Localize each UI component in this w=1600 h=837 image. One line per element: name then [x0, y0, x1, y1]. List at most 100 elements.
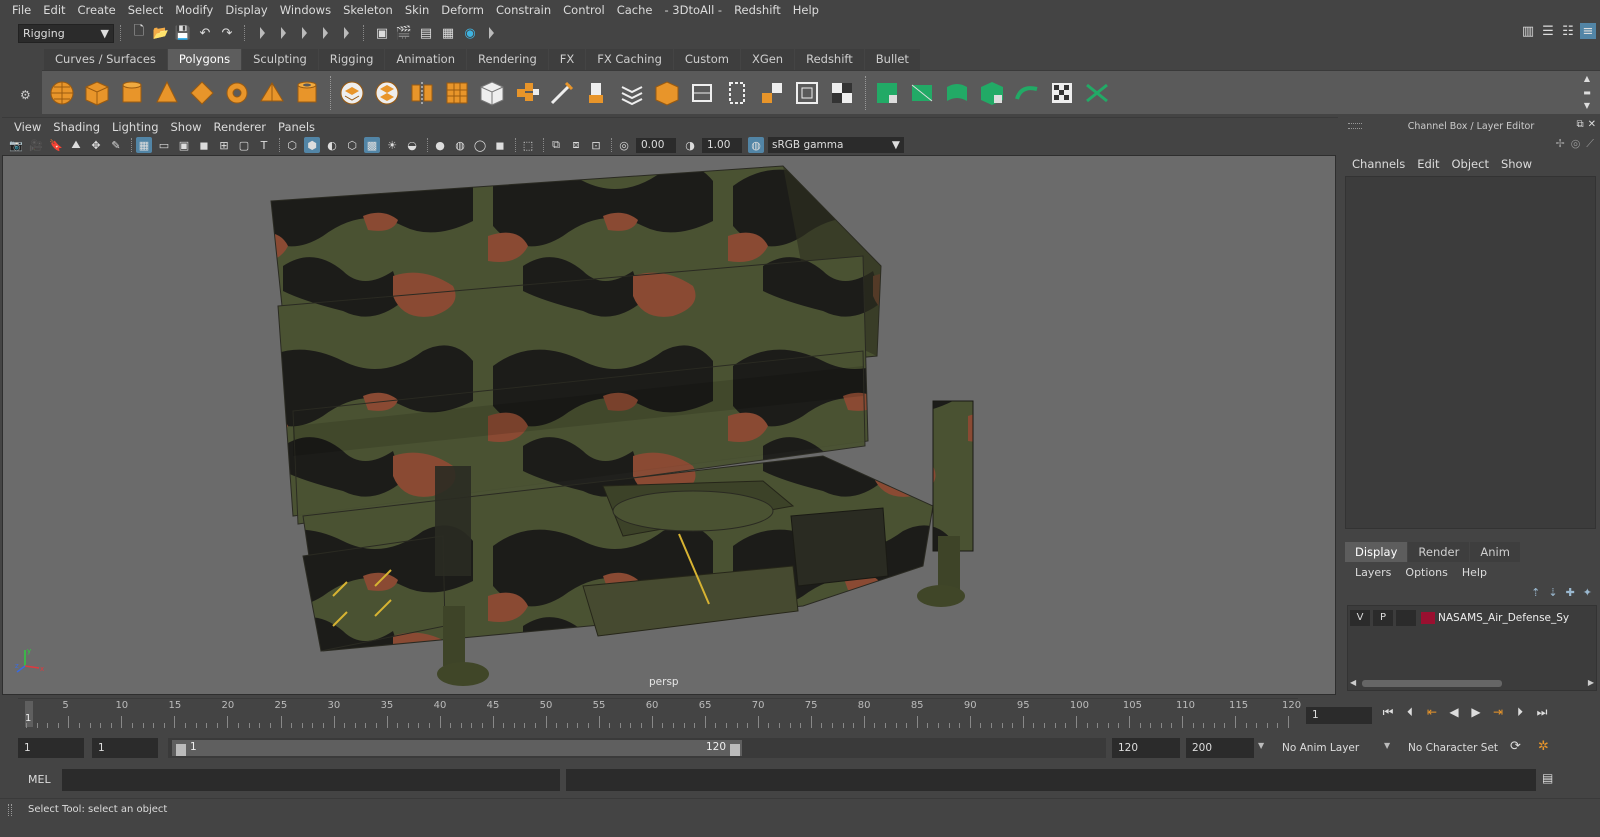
drag-handle-icon[interactable] — [1348, 123, 1362, 129]
attribute-editor-icon[interactable]: ☰ — [1540, 23, 1556, 39]
layer-tab-anim[interactable]: Anim — [1470, 542, 1520, 562]
layer-row[interactable]: V P NASAMS_Air_Defense_Sy — [1350, 609, 1596, 627]
menu-create[interactable]: Create — [72, 0, 122, 20]
hypershade-icon[interactable]: ◉ — [462, 25, 478, 41]
command-language-label[interactable]: MEL — [28, 773, 51, 786]
grease-pencil-icon[interactable]: ✎ — [108, 137, 124, 153]
menu-control[interactable]: Control — [557, 0, 611, 20]
uv-unfold-icon[interactable] — [1011, 77, 1043, 109]
render-toggle-icon[interactable] — [344, 27, 349, 39]
channel-box-menu-edit[interactable]: Edit — [1411, 157, 1445, 171]
shelf-tab-rendering[interactable]: Rendering — [467, 49, 548, 70]
hyper-icon[interactable]: ⟋ — [1586, 137, 1594, 151]
shelf-tab-redshift[interactable]: Redshift — [795, 49, 864, 70]
auto-key-icon[interactable]: ⟳ — [1510, 739, 1521, 754]
viewport-menu-shading[interactable]: Shading — [47, 120, 106, 134]
animation-start-field[interactable]: 1 — [18, 738, 84, 758]
textured-icon[interactable]: ▩ — [364, 137, 380, 153]
shelf-tab-bullet[interactable]: Bullet — [864, 49, 920, 70]
use-all-lights-icon[interactable]: ☀ — [384, 137, 400, 153]
menu-windows[interactable]: Windows — [274, 0, 337, 20]
gate-mask-icon[interactable]: ◼ — [196, 137, 212, 153]
extrude-icon[interactable] — [581, 77, 613, 109]
camera-select-icon[interactable]: 📷 — [8, 137, 24, 153]
uv-cylindrical-icon[interactable] — [941, 77, 973, 109]
shelf-tab-sculpting[interactable]: Sculpting — [242, 49, 318, 70]
scrollbar-thumb[interactable] — [1362, 680, 1502, 687]
current-frame-field[interactable]: 1 — [1306, 707, 1372, 724]
range-slider-bar-handle[interactable]: 1 120 — [172, 740, 742, 756]
chevron-down-icon[interactable]: ▼ — [1258, 741, 1264, 750]
open-scene-icon[interactable]: 📂 — [153, 25, 169, 41]
layer-visibility-toggle[interactable]: V — [1350, 610, 1370, 626]
playback-start-field[interactable]: 1 — [92, 738, 158, 758]
menu-display[interactable]: Display — [219, 0, 273, 20]
menu-set-dropdown[interactable]: Rigging ▼ — [18, 23, 114, 43]
isolate-select-icon[interactable]: ⬚ — [520, 137, 536, 153]
snap-toggle-icon[interactable] — [302, 27, 307, 39]
viewport-menu-show[interactable]: Show — [165, 120, 208, 134]
shelf-tab-fx-caching[interactable]: FX Caching — [586, 49, 673, 70]
menu-skeleton[interactable]: Skeleton — [337, 0, 399, 20]
menu-edit[interactable]: Edit — [37, 0, 71, 20]
uv-editor-icon[interactable] — [686, 77, 718, 109]
poly-cylinder-icon[interactable] — [116, 77, 148, 109]
bookmark-icon[interactable]: 🔖 — [48, 137, 64, 153]
poly-pyramid-icon[interactable] — [256, 77, 288, 109]
poly-cube-orange-icon[interactable] — [651, 77, 683, 109]
uv-cut-sew-icon[interactable] — [1081, 77, 1113, 109]
redo-icon[interactable]: ↷ — [219, 25, 235, 41]
animation-end-field[interactable]: 200 — [1186, 738, 1254, 758]
layer-menu-help[interactable]: Help — [1455, 566, 1494, 579]
range-end-handle[interactable] — [730, 744, 740, 756]
mirror-icon[interactable] — [406, 77, 438, 109]
camera-lock-icon[interactable]: 🎥 — [28, 137, 44, 153]
step-back-frame-icon[interactable]: ⏴ — [1402, 705, 1418, 720]
drag-handle-icon[interactable] — [8, 804, 12, 816]
use-default-material-icon[interactable]: ◐ — [324, 137, 340, 153]
smooth-icon[interactable] — [441, 77, 473, 109]
render-view-icon[interactable]: ▣ — [374, 25, 390, 41]
uv-auto-icon[interactable] — [976, 77, 1008, 109]
poly-cone-icon[interactable] — [151, 77, 183, 109]
shelf-tab-polygons[interactable]: Polygons — [167, 49, 242, 70]
exposure-icon[interactable]: ◎ — [616, 137, 632, 153]
go-to-end-icon[interactable]: ⏭ — [1534, 705, 1550, 720]
new-layer-from-selected-icon[interactable]: ✦ — [1583, 586, 1592, 599]
panel-toggle-icon[interactable] — [489, 27, 494, 39]
menu-select[interactable]: Select — [122, 0, 169, 20]
modeling-toolkit-icon[interactable]: ▥ — [1520, 23, 1536, 39]
playback-end-field[interactable]: 120 — [1112, 738, 1180, 758]
xray-active-icon[interactable]: ⊡ — [588, 137, 604, 153]
character-set-dropdown[interactable]: No Character Set — [1402, 738, 1502, 758]
layer-menu-layers[interactable]: Layers — [1348, 566, 1398, 579]
smooth-shade-icon[interactable]: ⬢ — [304, 137, 320, 153]
menu-deform[interactable]: Deform — [435, 0, 490, 20]
xray-icon[interactable]: ⧉ — [548, 137, 564, 153]
layer-tab-display[interactable]: Display — [1345, 542, 1408, 562]
channel-box-menu-object[interactable]: Object — [1446, 157, 1495, 171]
color-management-icon[interactable]: ◍ — [748, 137, 764, 153]
poly-plane-icon[interactable] — [186, 77, 218, 109]
checker-quad-icon[interactable] — [826, 77, 858, 109]
film-gate-icon[interactable]: ▭ — [156, 137, 172, 153]
range-slider[interactable]: 1 120 — [168, 738, 1106, 758]
2d-pan-zoom-icon[interactable]: ✥ — [88, 137, 104, 153]
play-forwards-icon[interactable]: ▶ — [1468, 705, 1484, 720]
speed-icon[interactable]: ◎ — [1571, 137, 1581, 151]
manipulator-icon[interactable]: ✢ — [1555, 137, 1564, 151]
menu-modify[interactable]: Modify — [169, 0, 219, 20]
transfer-attributes-icon[interactable] — [756, 77, 788, 109]
xray-joints-icon[interactable]: ⧈ — [568, 137, 584, 153]
shelf-tab-fx[interactable]: FX — [548, 49, 586, 70]
shelf-tab-rigging[interactable]: Rigging — [318, 49, 385, 70]
poly-cube-icon[interactable] — [81, 77, 113, 109]
anim-layer-dropdown[interactable]: No Anim Layer — [1276, 738, 1376, 758]
menu-3dtoall[interactable]: - 3DtoAll - — [658, 0, 728, 20]
uv-checker-icon[interactable] — [1046, 77, 1078, 109]
scroll-right-icon[interactable]: ▶ — [1588, 678, 1594, 687]
shelf-tab-animation[interactable]: Animation — [385, 49, 467, 70]
command-input[interactable] — [62, 769, 560, 791]
layer-playback-toggle[interactable]: P — [1373, 610, 1393, 626]
poly-sphere-icon[interactable] — [46, 77, 78, 109]
